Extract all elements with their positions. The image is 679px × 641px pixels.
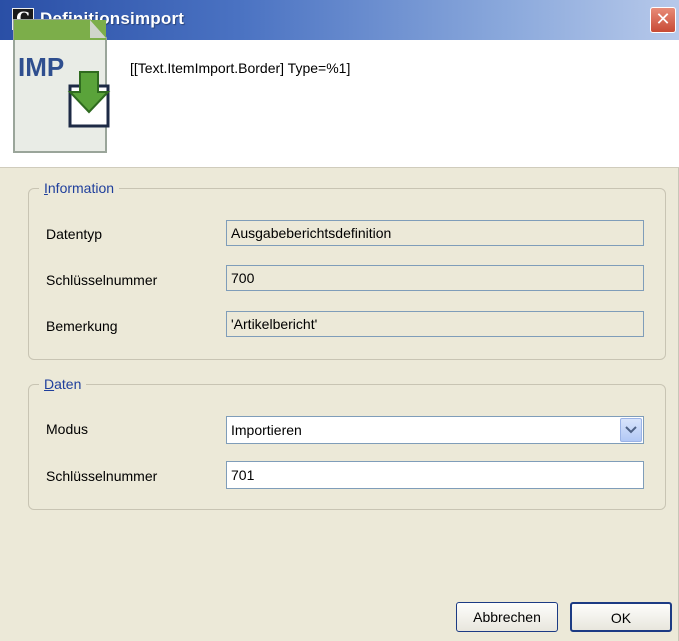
schluesselnummer-info-label: Schlüsselnummer — [46, 272, 158, 288]
modus-label: Modus — [46, 421, 89, 437]
chevron-down-icon[interactable] — [620, 418, 642, 442]
schluesselnummer-input[interactable]: 701 — [226, 461, 644, 489]
bemerkung-field: 'Artikelbericht' — [226, 311, 644, 337]
ok-button[interactable]: OK — [570, 602, 672, 632]
imp-import-icon: IMP — [13, 19, 111, 153]
svg-text:IMP: IMP — [18, 52, 64, 82]
header-text: [[Text.ItemImport.Border] Type=%1] — [130, 60, 351, 76]
bemerkung-label: Bemerkung — [46, 318, 118, 334]
daten-group: Daten — [28, 376, 666, 510]
daten-legend: Daten — [39, 376, 87, 392]
import-dialog: C Definitionsimport ✕ [[Text.ItemImport.… — [0, 0, 679, 641]
schluesselnummer-info-field: 700 — [226, 265, 644, 291]
schluesselnummer-daten-label: Schlüsselnummer — [46, 468, 158, 484]
cancel-button[interactable]: Abbrechen — [456, 602, 558, 632]
datentyp-field: Ausgabeberichtsdefinition — [226, 220, 644, 246]
modus-select[interactable]: Importieren — [226, 416, 644, 444]
modus-selected-value: Importieren — [231, 422, 302, 438]
information-legend: Information — [39, 180, 120, 196]
datentyp-label: Datentyp — [46, 226, 103, 242]
close-button[interactable]: ✕ — [650, 7, 676, 33]
